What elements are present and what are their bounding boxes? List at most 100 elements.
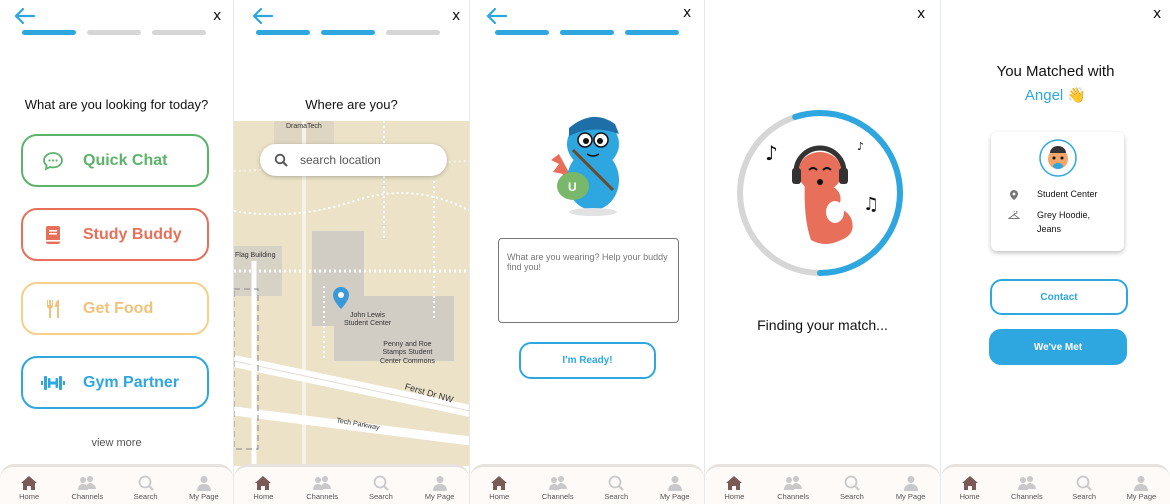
- tab-home[interactable]: Home: [711, 475, 757, 501]
- dumbbell-icon: [23, 374, 83, 392]
- tab-label: My Page: [659, 492, 690, 501]
- close-button[interactable]: x: [452, 8, 460, 24]
- user-icon: [667, 476, 682, 491]
- what-wearing-textarea[interactable]: What are you wearing? Help your buddy fi…: [498, 238, 679, 323]
- user-icon: [432, 476, 447, 491]
- mascot-headphones-icon: ♪ ♪ ♫: [765, 140, 879, 244]
- tab-label: My Page: [895, 492, 926, 501]
- tab-home[interactable]: Home: [476, 475, 522, 501]
- progress-step-3: [625, 30, 679, 35]
- wearing-placeholder: What are you wearing? Help your buddy fi…: [507, 252, 668, 273]
- finding-match-status: Finding your match...: [757, 317, 888, 333]
- svg-text:♫: ♫: [863, 194, 879, 215]
- tab-label: Search: [368, 492, 393, 501]
- weve-met-button[interactable]: We've Met: [989, 329, 1127, 365]
- svg-text:♪: ♪: [765, 141, 778, 165]
- tab-channels[interactable]: Channels: [770, 475, 816, 501]
- search-icon: [844, 475, 860, 491]
- option-gym-partner[interactable]: Gym Partner: [21, 356, 209, 409]
- search-icon: [608, 475, 624, 491]
- option-quick-chat[interactable]: Quick Chat: [21, 134, 209, 187]
- search-icon: [373, 475, 389, 491]
- progress-steps: [22, 30, 206, 35]
- location-search-input[interactable]: search location: [260, 144, 447, 176]
- tab-label: My Page: [189, 492, 219, 501]
- tab-channels[interactable]: Channels: [1004, 475, 1050, 501]
- home-icon: [961, 476, 978, 490]
- fork-knife-icon: [23, 299, 83, 319]
- tab-my-page[interactable]: My Page: [1118, 475, 1164, 501]
- progress-step-3: [152, 30, 206, 35]
- map-label-flag-building: Flag Building: [235, 252, 276, 259]
- close-button[interactable]: x: [1153, 6, 1161, 22]
- progress-steps: [256, 30, 440, 35]
- match-location: Student Center: [1037, 189, 1098, 199]
- screen-looking-for: x What are you looking for today? Quick …: [0, 0, 233, 504]
- tab-label: Search: [133, 492, 158, 501]
- option-label: Quick Chat: [83, 151, 168, 169]
- tab-label: Channels: [71, 492, 104, 501]
- bottom-tab-bar: Home Channels Search My Page: [0, 464, 233, 504]
- search-icon: [1076, 475, 1092, 491]
- close-button[interactable]: x: [917, 6, 925, 22]
- hanger-icon: [991, 209, 1037, 220]
- tab-home[interactable]: Home: [6, 475, 52, 501]
- match-title: You Matched with: [996, 63, 1115, 80]
- location-pin-icon: [991, 188, 1037, 200]
- tab-label: Channels: [306, 492, 338, 501]
- contact-button[interactable]: Contact: [990, 279, 1128, 315]
- tab-label: Channels: [541, 492, 574, 501]
- progress-step-3: [386, 30, 440, 35]
- progress-step-1: [256, 30, 310, 35]
- screen-what-wearing: x U What are you wearing? Help your budd…: [469, 0, 704, 504]
- channels-icon: [1017, 476, 1036, 490]
- tab-my-page[interactable]: My Page: [652, 475, 698, 501]
- tab-label: Channels: [777, 492, 809, 501]
- tab-home[interactable]: Home: [240, 475, 286, 501]
- tab-home[interactable]: Home: [947, 475, 993, 501]
- tab-label: Search: [604, 492, 629, 501]
- user-icon: [1134, 476, 1149, 491]
- channels-icon: [313, 476, 332, 490]
- back-arrow-icon[interactable]: [252, 6, 274, 26]
- avatar: [1039, 139, 1077, 177]
- tab-channels[interactable]: Channels: [535, 475, 581, 501]
- option-get-food[interactable]: Get Food: [21, 282, 209, 335]
- user-icon: [903, 476, 918, 491]
- match-name: Angel 👋: [1024, 87, 1087, 104]
- channels-icon: [78, 476, 97, 490]
- close-button[interactable]: x: [683, 5, 691, 21]
- screen-finding-match: x ♪ ♪ ♫ Finding your match... Home Chann…: [704, 0, 940, 504]
- progress-step-1: [495, 30, 549, 35]
- tab-my-page[interactable]: My Page: [181, 475, 227, 501]
- back-arrow-icon[interactable]: [14, 6, 36, 26]
- im-ready-button[interactable]: I'm Ready!: [519, 342, 656, 379]
- progress-step-2: [560, 30, 614, 35]
- tab-channels[interactable]: Channels: [64, 475, 110, 501]
- search-placeholder: search location: [300, 153, 381, 167]
- map-label-john-lewis: John Lewis Student Center: [344, 312, 392, 328]
- home-icon: [491, 476, 508, 490]
- view-more-link[interactable]: view more: [0, 437, 233, 449]
- tab-search[interactable]: Search: [593, 475, 639, 501]
- tab-label: Home: [19, 492, 40, 501]
- home-icon: [255, 476, 272, 490]
- tab-search[interactable]: Search: [1061, 475, 1107, 501]
- tab-search[interactable]: Search: [358, 475, 404, 501]
- tab-label: Search: [839, 492, 864, 501]
- tab-channels[interactable]: Channels: [299, 475, 345, 501]
- back-arrow-icon[interactable]: [486, 6, 508, 26]
- tab-my-page[interactable]: My Page: [888, 475, 934, 501]
- book-icon: [23, 225, 83, 245]
- close-button[interactable]: x: [213, 8, 221, 24]
- tab-label: Home: [253, 492, 274, 501]
- question-title: What are you looking for today?: [24, 97, 209, 112]
- tab-label: Channels: [1011, 492, 1043, 501]
- option-study-buddy[interactable]: Study Buddy: [21, 208, 209, 261]
- tab-my-page[interactable]: My Page: [417, 475, 463, 501]
- search-icon: [274, 153, 288, 167]
- tab-search[interactable]: Search: [123, 475, 169, 501]
- screen-matched: x You Matched with Angel 👋 Student Cente…: [940, 0, 1170, 504]
- tab-search[interactable]: Search: [829, 475, 875, 501]
- user-icon: [196, 476, 211, 491]
